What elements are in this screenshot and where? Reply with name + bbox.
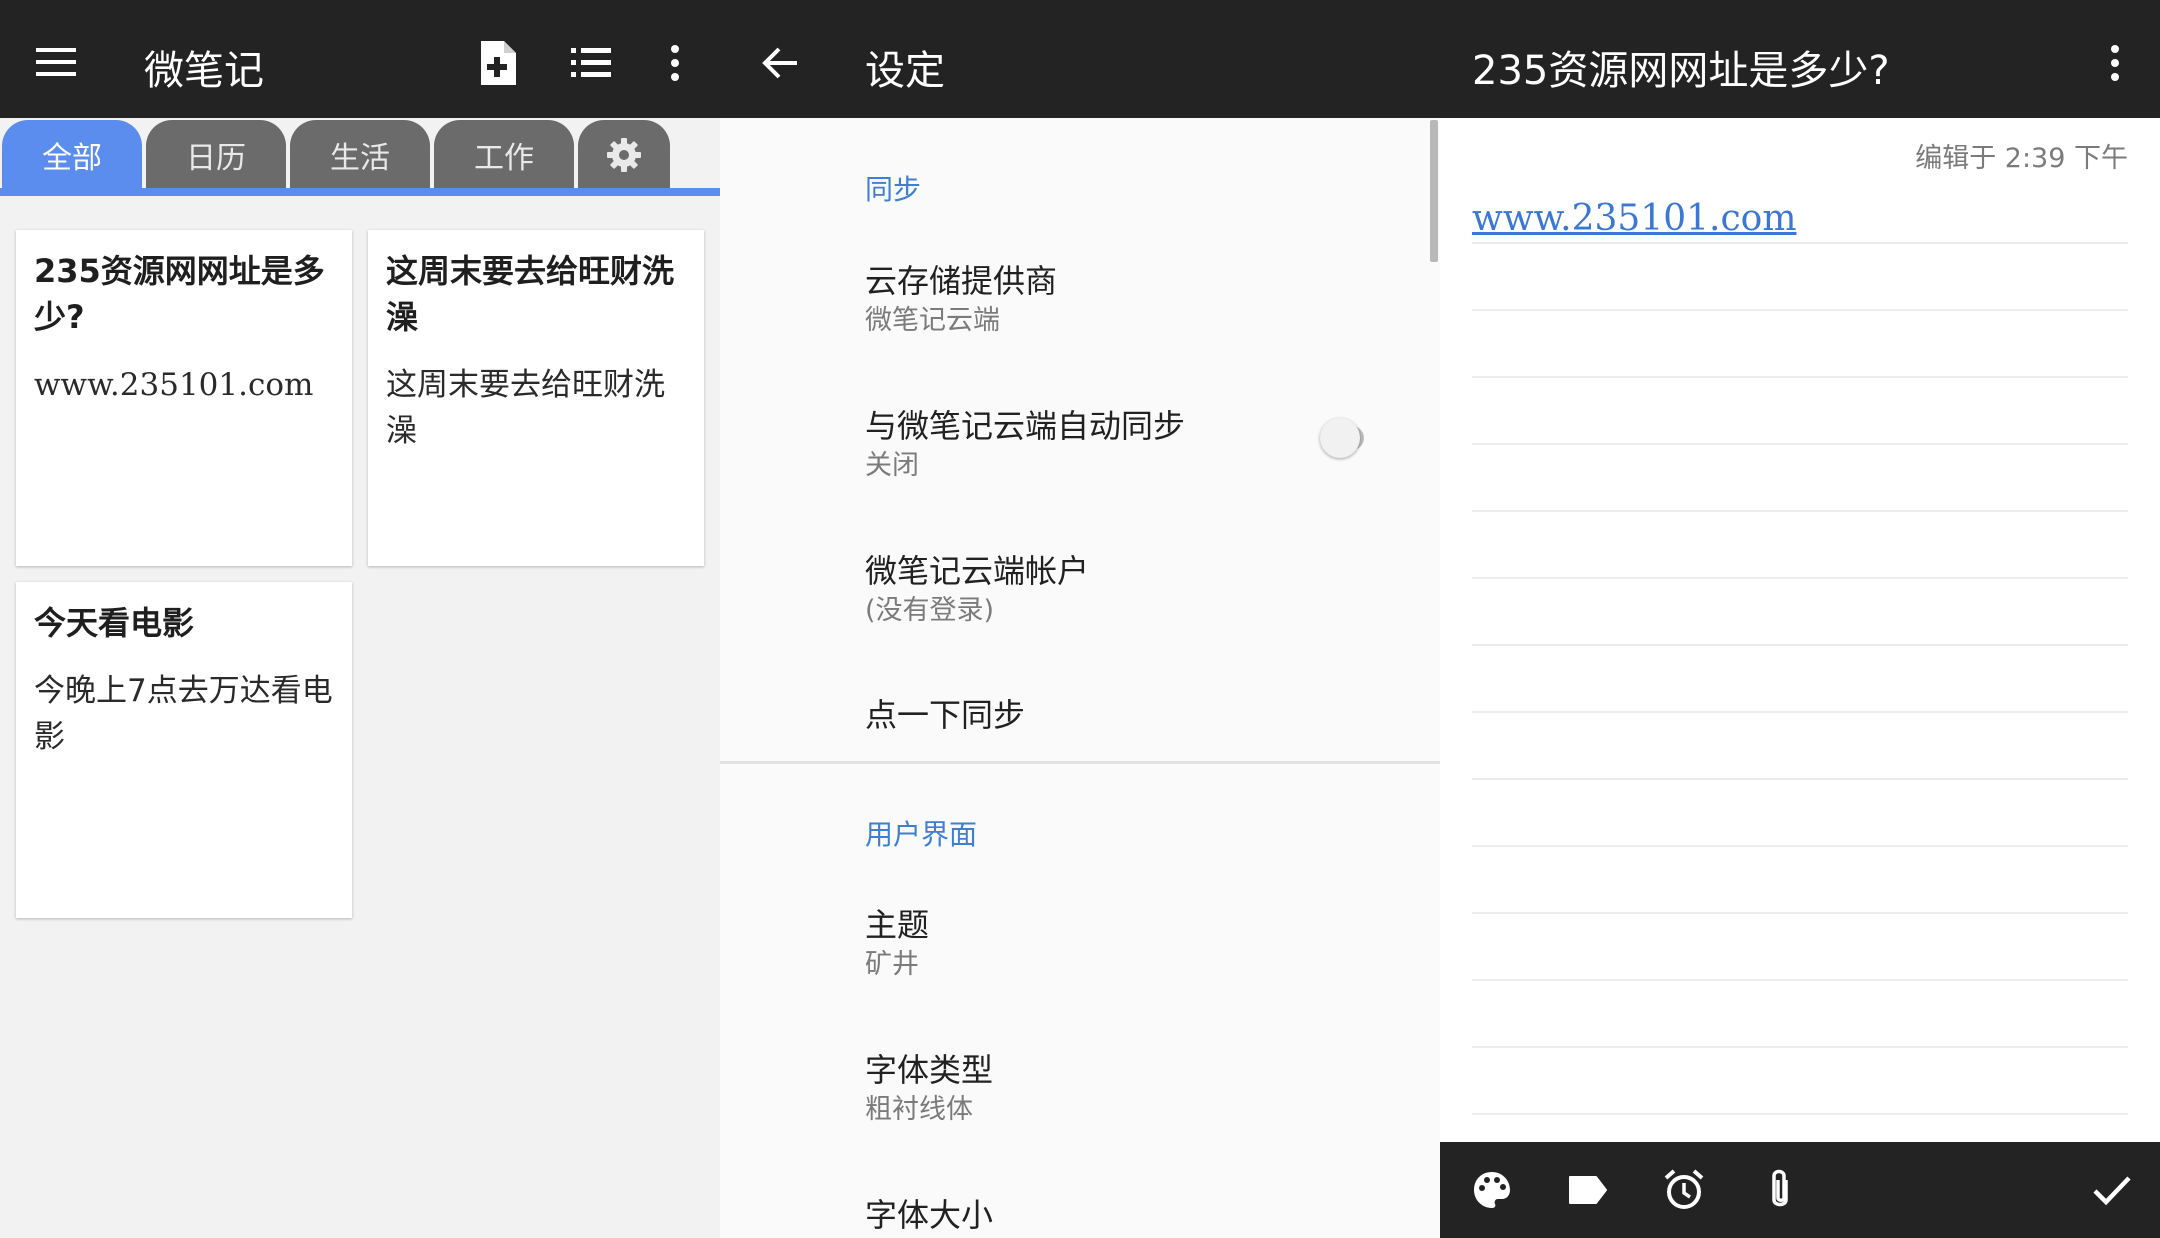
ruled-line [1472,376,2128,378]
settings-app-bar: 设定 [720,0,1440,118]
setting-cloud-provider[interactable]: 云存储提供商 [865,256,1057,302]
ruled-line [1472,1113,2128,1115]
setting-font-type-value: 粗衬线体 [865,1094,973,1125]
ruled-line [1472,845,2128,847]
ruled-line [1472,309,2128,311]
alarm-clock-icon[interactable] [1658,1164,1710,1216]
note-editor-panel: 235资源网网址是多少? 编辑于 2:39 下午 www.235101.com [1440,0,2160,1238]
ruled-line [1472,711,2128,713]
ruled-line [1472,644,2128,646]
note-card[interactable]: 今天看电影 今晚上7点去万达看电影 [16,582,352,918]
setting-font-type[interactable]: 字体类型 [865,1045,993,1091]
settings-title: 设定 [865,48,945,94]
more-vert-icon[interactable] [2090,38,2140,88]
list-app-bar: 微笔记 [0,0,720,118]
note-card-body: 今晚上7点去万达看电影 [34,673,333,755]
auto-sync-toggle-thumb[interactable] [1320,418,1360,458]
note-card-title: 235资源网网址是多少? [34,252,325,336]
setting-auto-sync-value: 关闭 [865,450,919,481]
ruled-line [1472,778,2128,780]
ruled-line [1472,443,2128,445]
editor-app-bar: 235资源网网址是多少? [1440,0,2160,118]
ruled-line [1472,979,2128,981]
check-icon[interactable] [2086,1164,2138,1216]
palette-icon[interactable] [1466,1164,1518,1216]
ruled-line [1472,242,2128,244]
note-title[interactable]: 235资源网网址是多少? [1472,38,1890,96]
note-card-title: 今天看电影 [34,604,195,642]
back-arrow-icon[interactable] [754,38,804,88]
note-card-body: 这周末要去给旺财洗澡 [386,367,665,449]
setting-theme[interactable]: 主题 [865,900,929,946]
section-divider [720,761,1440,764]
tab-work[interactable]: 工作 [434,120,574,190]
editor-bottom-bar [1440,1142,2160,1238]
list-view-icon[interactable] [566,38,616,88]
setting-sync-now[interactable]: 点一下同步 [865,690,1025,736]
tab-all[interactable]: 全部 [2,120,142,190]
gear-icon [607,138,641,172]
setting-cloud-provider-value: 微笔记云端 [865,305,1000,336]
setting-theme-value: 矿井 [865,949,919,980]
ruled-line [1472,1046,2128,1048]
menu-icon[interactable] [30,36,82,88]
note-link[interactable]: www.235101.com [1472,198,1796,239]
edited-timestamp: 编辑于 2:39 下午 [1915,143,2128,174]
note-card-body: www.235101.com [34,367,314,403]
setting-cloud-account[interactable]: 微笔记云端帐户 [865,546,1089,592]
settings-panel: 设定 同步 云存储提供商 微笔记云端 与微笔记云端自动同步 关闭 微笔记云端帐户… [720,0,1440,1238]
label-icon[interactable] [1562,1164,1614,1216]
scrollbar[interactable] [1430,120,1438,262]
ruled-line [1472,912,2128,914]
ruled-line [1472,577,2128,579]
section-header-sync: 同步 [865,173,922,206]
setting-font-size[interactable]: 字体大小 [865,1190,993,1236]
more-vert-icon[interactable] [650,38,700,88]
ruled-line [1472,510,2128,512]
setting-auto-sync[interactable]: 与微笔记云端自动同步 [865,401,1185,447]
tab-calendar[interactable]: 日历 [146,120,286,190]
add-note-icon[interactable] [472,38,522,88]
tab-life[interactable]: 生活 [290,120,430,190]
tab-settings[interactable] [578,120,670,190]
section-header-ui: 用户界面 [865,818,978,851]
notes-list-panel: 微笔记 全部 日历 生活 工作 235资源网网址是多少? www.235101.… [0,0,720,1238]
note-card-title: 这周末要去给旺财洗澡 [386,252,675,336]
setting-cloud-account-value: (没有登录) [865,595,995,626]
tab-underline [0,188,720,196]
note-card[interactable]: 这周末要去给旺财洗澡 这周末要去给旺财洗澡 [368,230,704,566]
note-card[interactable]: 235资源网网址是多少? www.235101.com [16,230,352,566]
app-title: 微笔记 [144,48,264,94]
attach-icon[interactable] [1754,1164,1806,1216]
